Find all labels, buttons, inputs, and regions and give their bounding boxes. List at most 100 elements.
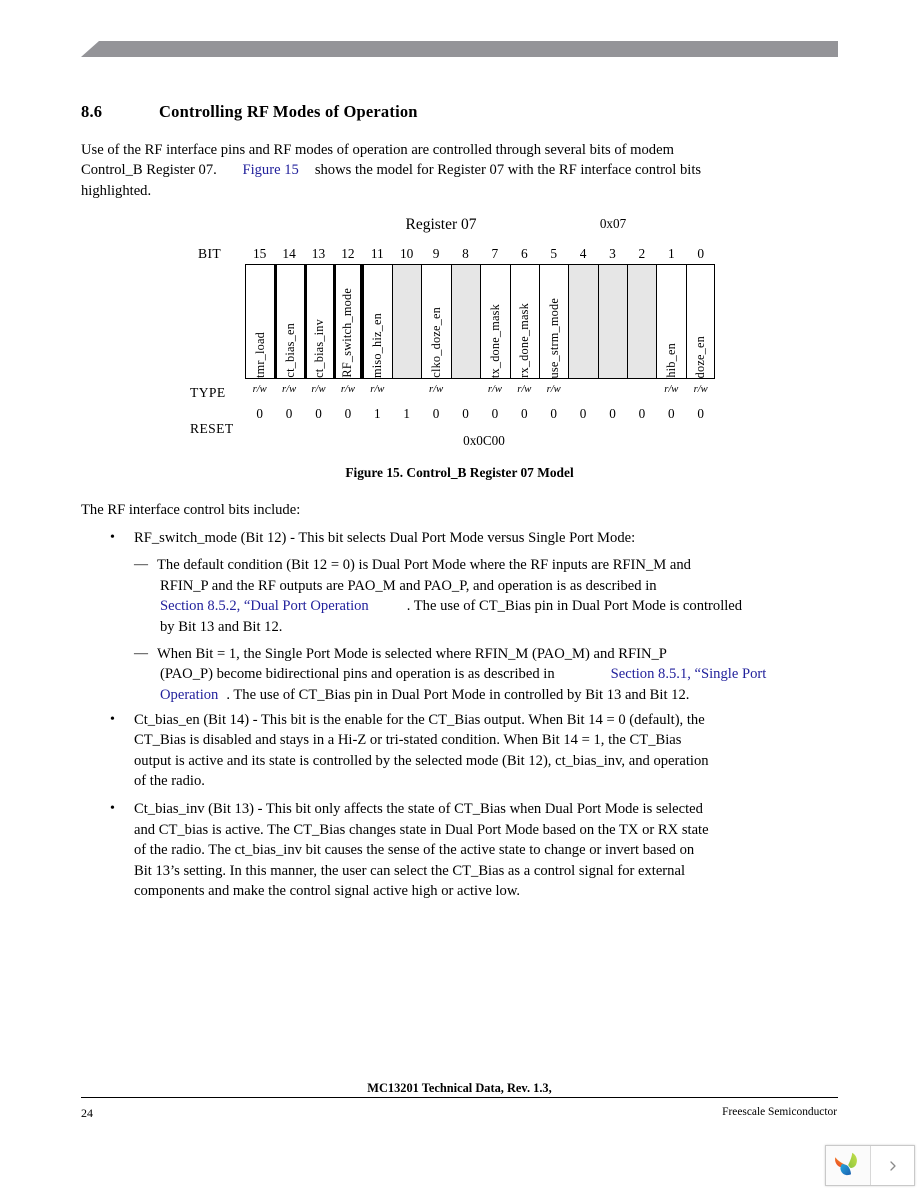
dash-1-text-3: . The use of CT_Bias pin in Dual Port Mo… [406,598,743,614]
register-cell-bit-13: ct_bias_inv [303,265,334,378]
dash-1-line-2: RFIN_P and the RF outputs are PAO_M and … [160,576,850,597]
bullet-3-text-5: components and make the control signal a… [134,883,521,899]
register-address: 0x07 [599,216,627,231]
register-cell-bit-15: tmr_load [245,265,275,378]
footer-page-number: 24 [81,1106,93,1120]
bit-number-3: 3 [609,246,616,261]
register-reset-bit-7: 0 [491,406,499,421]
dash-2-line-3: Operation . The use of CT_Bias pin in Dua… [160,685,860,706]
bullet-2-text-3: output is active and its state is contro… [134,753,709,769]
register-type-bit-9: r/w [429,384,444,395]
bullet-2-text-4: of the radio. [134,773,205,789]
register-reset-bit-12: 0 [344,406,352,421]
bit-number-11: 11 [370,246,384,261]
bullet-2-line-4: of the radio. [134,771,534,792]
register-cell-bit-6: rx_done_mask [509,265,539,378]
register-reset-bit-14: 0 [285,406,293,421]
section-852-link[interactable]: Section 8.5.2, “Dual Port Operation [160,598,369,614]
intro-text-3: highlighted. [81,183,152,199]
register-cell-bit-8 [450,265,481,378]
intro-text: Use of the RF interface pins and RF mode… [81,142,674,158]
chevron-right-icon[interactable] [871,1146,914,1185]
dash-1-line-1: The default condition (Bit 12 = 0) is Du… [157,555,847,576]
bullet-3-line-1: Ct_bias_inv (Bit 13) - This bit only aff… [134,799,834,820]
body-lead-text: The RF interface control bits include: [81,502,301,518]
register-cell-bit-9: clko_doze_en [421,265,451,378]
register-cell-label-bit-0: doze_en [693,335,708,378]
dash-2-text-3: . The use of CT_Bias pin in Dual Port Mo… [226,687,690,703]
register-reset-bit-1: 0 [668,406,675,421]
register-cell-bit-5: use_strm_mode [538,265,569,378]
figure-caption: Figure 15. Control_B Register 07 Model [345,465,574,480]
bullet-1-text: RF_switch_mode (Bit 12) - This bit selec… [134,528,834,549]
register-reset-bit-3: 0 [609,406,616,421]
bullet-marker-2: • [110,712,115,727]
register-reset-bit-5: 0 [550,406,557,421]
figure-15-link[interactable]: Figure 15 [242,162,298,178]
bit-number-2: 2 [638,246,646,261]
register-type-bit-1: r/w [664,384,679,395]
register-cell-label-bit-14: ct_bias_en [283,323,298,378]
bit-number-0: 0 [697,246,705,261]
register-type-bit-14: r/w [282,384,297,395]
bit-number-7: 7 [491,246,499,261]
bullet-3-text-4: Bit 13’s setting. In this manner, the us… [134,863,685,879]
bit-number-8: 8 [462,246,469,261]
bit-number-1: 1 [667,246,675,261]
register-reset-bit-6: 0 [521,406,528,421]
register-cell-label-bit-7: tx_done_mask [487,303,502,378]
section-851-link[interactable]: Section 8.5.1, “Single Port [611,666,767,682]
intro-line-1: Use of the RF interface pins and RF mode… [81,140,721,161]
bit-row-label: BIT [198,246,222,261]
register-reset-bit-2: 0 [638,406,646,421]
bullet-2-line-3: output is active and its state is contro… [134,751,844,772]
freescale-leaf-logo-icon [826,1146,871,1185]
document-page: 8.6 Controlling RF Modes of Operation Use… [0,0,918,1188]
register-reset-bit-9: 0 [432,406,440,421]
intro-line-3: highlighted. [81,181,481,202]
register-cell-bit-7: tx_done_mask [480,265,510,378]
bullet-marker-1: • [110,530,115,545]
register-cell-bit-10 [391,265,422,378]
bit-number-10: 10 [399,246,414,261]
register-cell-label-bit-5: use_strm_mode [546,297,561,378]
bullet-2-text-2: CT_Bias is disabled and stays in a Hi-Z … [134,732,682,748]
register-cell-bit-0: doze_en [685,265,716,378]
dash-2-text-2a: (PAO_P) become bidirectional pins and op… [160,666,555,682]
intro-line-2: Control_B Register 07. Figure 15 shows th… [81,160,761,181]
bullet-3-line-4: Bit 13’s setting. In this manner, the us… [134,861,834,882]
bullet-2-line-1: Ct_bias_en (Bit 14) - This bit is the en… [134,710,834,731]
bit-number-14: 14 [282,246,296,261]
body-lead: The RF interface control bits include: [81,500,481,521]
viewer-widget [825,1145,915,1186]
intro-text-2a: Control_B Register 07. [81,162,217,178]
bullet-3-line-5: components and make the control signal a… [134,881,834,902]
section-851-link-cont[interactable]: Operation [160,687,218,703]
register-cell-label-bit-1: hib_en [664,343,679,378]
register-cell-bit-3 [597,265,628,378]
section-title: Controlling RF Modes of Operation [159,102,418,121]
register-cell-bit-12: RF_switch_mode [333,265,363,378]
register-type-bit-13: r/w [311,384,326,395]
register-cell-label-bit-6: rx_done_mask [517,303,532,378]
section-number: 8.6 [81,102,103,121]
bit-number-15: 15 [252,246,267,261]
register-cell-label-bit-13: ct_bias_inv [312,319,327,378]
bullet-2-line-2: CT_Bias is disabled and stays in a Hi-Z … [134,730,834,751]
dash-1-text-4: by Bit 13 and Bit 12. [160,619,283,635]
dash-1-text-2: RFIN_P and the RF outputs are PAO_M and … [160,578,657,594]
register-reset-bit-10: 1 [403,406,410,421]
dash-2-text-1: When Bit = 1, the Single Port Mode is se… [157,646,667,662]
bullet-3-text-1: Ct_bias_inv (Bit 13) - This bit only aff… [134,801,703,817]
register-type-bit-12: r/w [340,384,355,395]
bullet-3-line-3: of the radio. The ct_bias_inv bit causes… [134,840,834,861]
register-bit-table: tmr_load ct_bias_en ct_bias_inv RF_switch_m… [245,264,716,379]
dash-1-text-1: The default condition (Bit 12 = 0) is Du… [157,557,691,573]
register-cell-bit-14: ct_bias_en [274,265,304,378]
bullet-3-text-3: of the radio. The ct_bias_inv bit causes… [134,842,695,858]
register-reset-bit-13: 0 [315,406,322,421]
register-reset-bit-15: 0 [256,406,263,421]
type-row-label: TYPE [190,385,226,400]
register-type-bit-15: r/w [252,384,267,395]
register-cell-bit-1: hib_en [656,265,686,378]
